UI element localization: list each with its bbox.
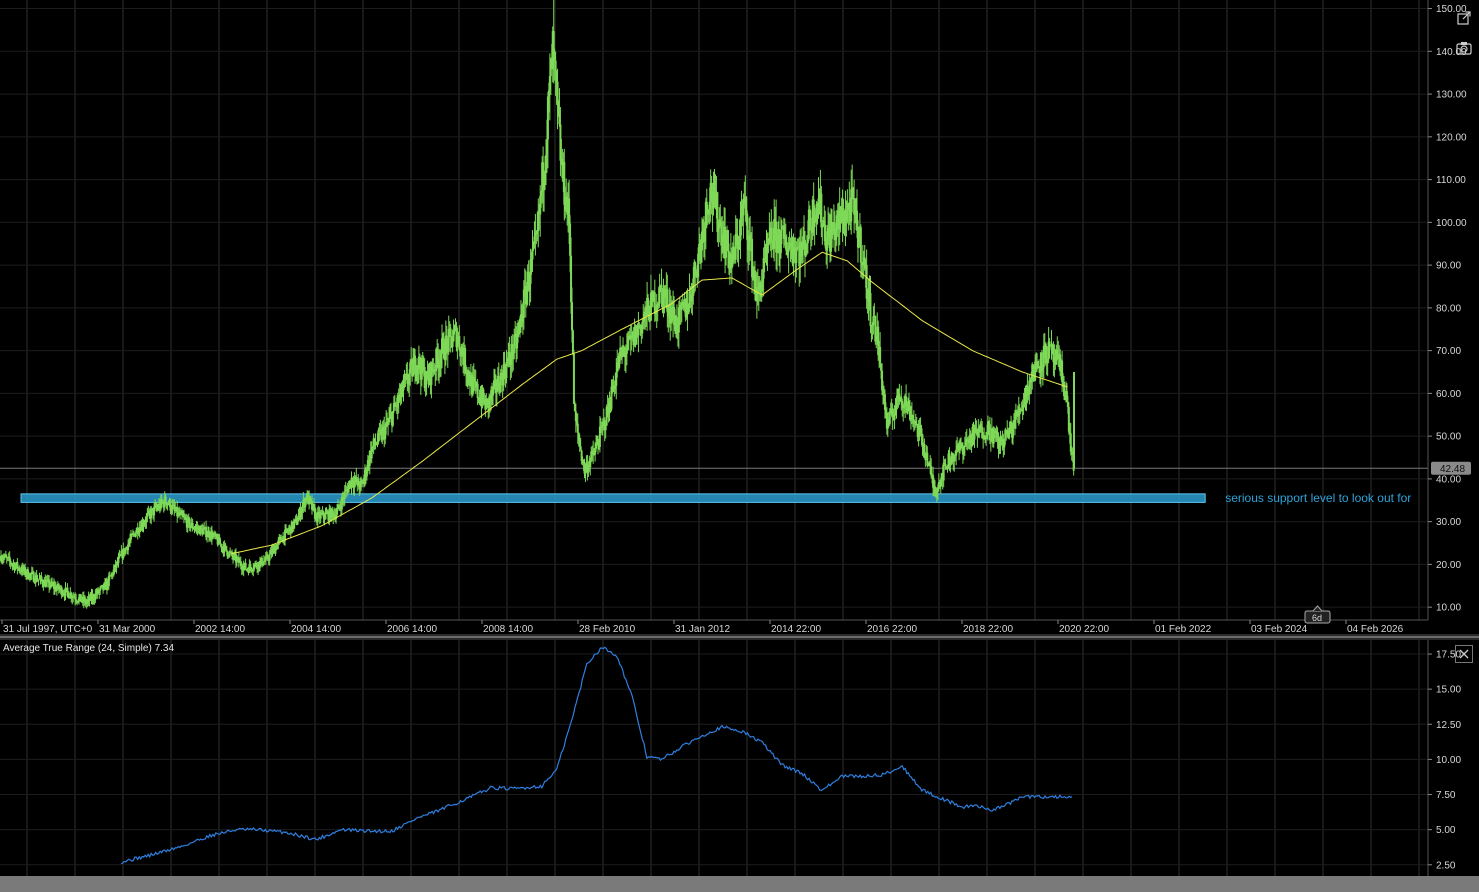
- candle-body: [449, 328, 452, 337]
- time-marker-label: 6d: [1312, 613, 1322, 623]
- candle-body: [206, 535, 209, 538]
- screenshot-button[interactable]: [1454, 38, 1474, 58]
- candle-body: [412, 362, 415, 377]
- x-tick-label: 04 Feb 2026: [1347, 624, 1404, 635]
- x-tick-label: 31 Mar 2000: [99, 624, 156, 635]
- candle-body: [268, 554, 271, 561]
- x-tick-label: 2020 22:00: [1059, 624, 1109, 635]
- candle-body: [888, 411, 891, 424]
- popout-button[interactable]: [1454, 8, 1474, 28]
- candle-body: [79, 594, 82, 602]
- chart-background: [0, 0, 1479, 892]
- y-tick-label: 5.00: [1436, 825, 1456, 836]
- x-tick-label: 2016 22:00: [867, 624, 917, 635]
- x-tick-label: 2006 14:00: [387, 624, 437, 635]
- candle-body: [343, 491, 346, 499]
- candle-body: [554, 60, 557, 72]
- candle-body: [451, 341, 454, 347]
- candle-body: [942, 462, 945, 481]
- x-tick-label: 2018 22:00: [963, 624, 1013, 635]
- support-zone[interactable]: [20, 493, 1206, 503]
- candle-body: [595, 443, 598, 449]
- y-tick-label: 40.00: [1436, 474, 1461, 485]
- candle-body: [244, 562, 247, 570]
- x-tick-label: 2008 14:00: [483, 624, 533, 635]
- x-tick-label: 31 Jan 2012: [675, 624, 730, 635]
- x-tick-label: 2014 22:00: [771, 624, 821, 635]
- candle-body: [660, 284, 663, 289]
- candle-body: [225, 545, 228, 551]
- x-tick-label: 03 Feb 2024: [1251, 624, 1308, 635]
- candle-body: [857, 236, 860, 248]
- x-tick-label: 01 Feb 2022: [1155, 624, 1212, 635]
- candle-body: [944, 464, 947, 467]
- y-tick-label: 90.00: [1436, 261, 1461, 272]
- y-tick-label: 10.00: [1436, 603, 1461, 614]
- external-link-icon: [1457, 11, 1471, 25]
- candle-body: [164, 496, 167, 503]
- y-tick-label: 120.00: [1436, 132, 1467, 143]
- candle-body: [767, 244, 770, 246]
- candle-body: [872, 316, 875, 326]
- candle-body: [134, 532, 137, 537]
- y-tick-label: 7.50: [1436, 790, 1456, 801]
- candle-body: [458, 336, 461, 350]
- candle-body: [576, 423, 579, 433]
- y-tick-label: 100.00: [1436, 218, 1467, 229]
- candle-body: [476, 383, 479, 399]
- y-tick-label: 80.00: [1436, 303, 1461, 314]
- y-tick-label: 20.00: [1436, 560, 1461, 571]
- x-tick-label: 31 Jul 1997, UTC+0: [3, 624, 93, 635]
- candle-body: [869, 293, 872, 326]
- candle-body: [570, 302, 573, 331]
- close-icon: [1459, 649, 1469, 659]
- close-indicator-button[interactable]: [1455, 645, 1473, 663]
- candle-body: [556, 81, 559, 102]
- y-tick-label: 10.00: [1436, 755, 1461, 766]
- candle-body: [37, 579, 40, 581]
- candle-body: [296, 521, 299, 525]
- indicator-label[interactable]: Average True Range (24, Simple) 7.34: [3, 643, 174, 654]
- support-annotation[interactable]: serious support level to look out for: [1225, 491, 1411, 505]
- y-tick-label: 15.00: [1436, 685, 1461, 696]
- candle-body: [224, 544, 227, 546]
- candle-body: [67, 591, 70, 598]
- candle-body: [923, 443, 926, 453]
- y-tick-label: 70.00: [1436, 346, 1461, 357]
- y-tick-label: 60.00: [1436, 389, 1461, 400]
- candle-body: [795, 249, 798, 263]
- y-tick-label: 50.00: [1436, 432, 1461, 443]
- candle-body: [920, 428, 923, 435]
- x-tick-label: 2002 14:00: [195, 624, 245, 635]
- candle-body: [179, 512, 182, 516]
- current-price-tag: 42.48: [1431, 461, 1471, 475]
- x-tick-label: 28 Feb 2010: [579, 624, 636, 635]
- candle-body: [572, 353, 575, 405]
- candle-body: [336, 509, 339, 515]
- candle-body: [820, 193, 823, 228]
- candle-body: [1063, 382, 1066, 397]
- candle-body: [604, 425, 607, 431]
- candle-body: [879, 346, 882, 364]
- chart-canvas[interactable]: serious support level to look out for 10…: [0, 0, 1479, 892]
- candle-body: [260, 557, 263, 566]
- y-tick-label: 130.00: [1436, 90, 1467, 101]
- candle-body: [859, 227, 862, 263]
- candle-body: [124, 548, 127, 554]
- y-tick-label: 2.50: [1436, 860, 1456, 871]
- y-tick-label: 12.50: [1436, 720, 1461, 731]
- x-tick-label: 2004 14:00: [291, 624, 341, 635]
- current-price-value: 42.48: [1440, 464, 1465, 475]
- camera-icon: [1456, 42, 1472, 55]
- candle-body: [988, 424, 991, 440]
- horizontal-scrollbar[interactable]: [0, 876, 1479, 892]
- candle-body: [391, 411, 394, 426]
- y-tick-label: 110.00: [1436, 175, 1466, 186]
- y-tick-label: 30.00: [1436, 517, 1461, 528]
